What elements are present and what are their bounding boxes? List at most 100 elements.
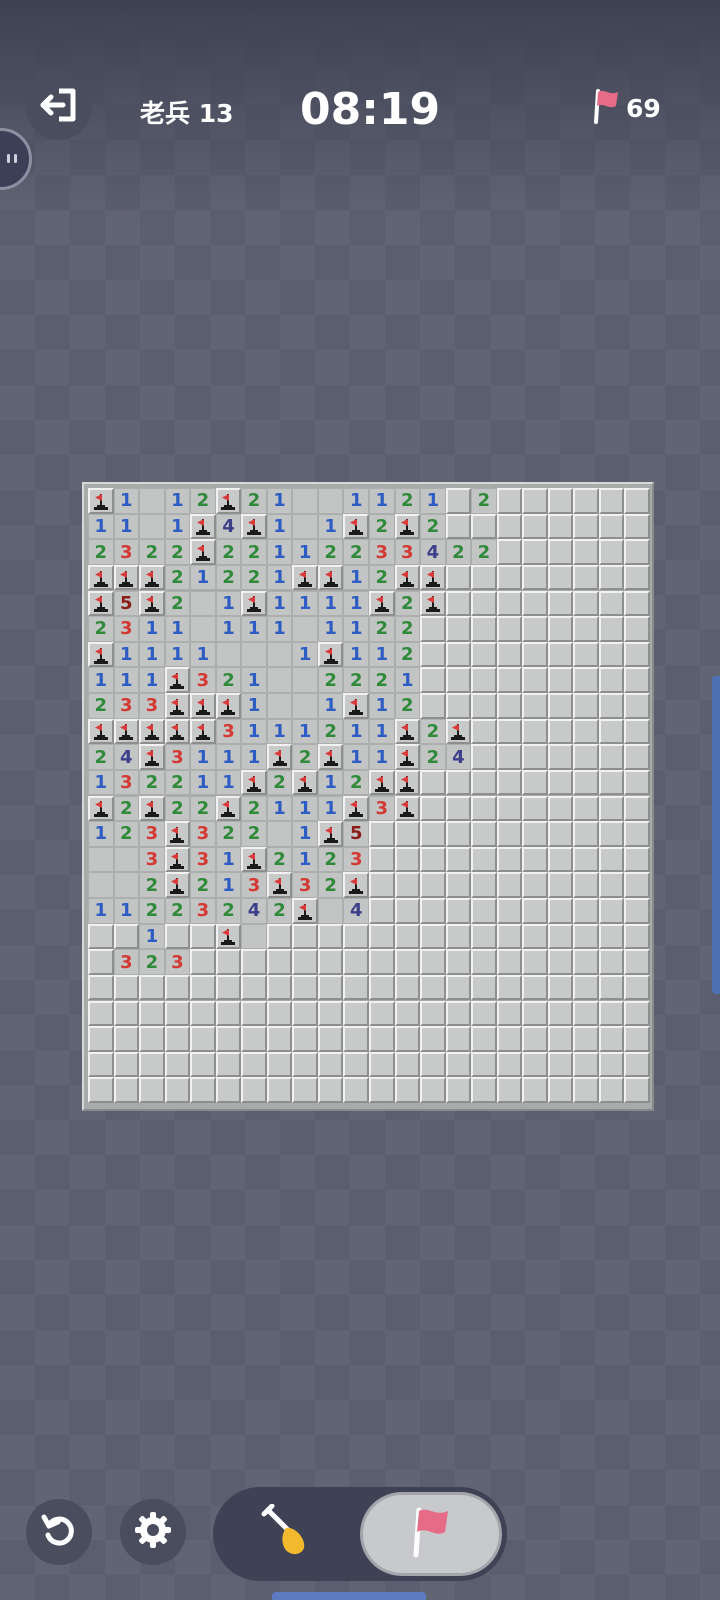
hidden-cell[interactable]: [139, 1077, 165, 1103]
hidden-cell[interactable]: [420, 769, 446, 796]
hidden-cell[interactable]: [369, 974, 395, 1001]
hidden-cell[interactable]: [266, 974, 293, 1001]
flagged-cell[interactable]: [369, 769, 395, 796]
hidden-cell[interactable]: [547, 1026, 574, 1052]
hidden-cell[interactable]: [88, 949, 114, 975]
hidden-cell[interactable]: [547, 923, 574, 950]
revealed-number-cell[interactable]: 2: [164, 590, 191, 617]
flagged-cell[interactable]: [113, 718, 140, 745]
hidden-cell[interactable]: [445, 974, 472, 1001]
hidden-cell[interactable]: [624, 539, 650, 565]
hidden-cell[interactable]: [598, 1051, 625, 1078]
hidden-cell[interactable]: [547, 769, 574, 796]
revealed-number-cell[interactable]: 2: [471, 488, 497, 514]
revealed-number-cell[interactable]: 3: [139, 821, 165, 847]
hidden-cell[interactable]: [241, 1026, 267, 1052]
hidden-cell[interactable]: [241, 1000, 267, 1027]
hidden-cell[interactable]: [420, 1077, 446, 1103]
flagged-cell[interactable]: [317, 564, 344, 591]
hidden-cell[interactable]: [624, 693, 650, 719]
revealed-number-cell[interactable]: 1: [292, 821, 318, 847]
revealed-number-cell[interactable]: 2: [420, 513, 446, 540]
hidden-cell[interactable]: [445, 513, 472, 540]
revealed-number-cell[interactable]: 2: [394, 488, 421, 514]
hidden-cell[interactable]: [445, 949, 472, 975]
flagged-cell[interactable]: [190, 513, 216, 540]
revealed-number-cell[interactable]: 3: [164, 949, 191, 975]
revealed-number-cell[interactable]: 2: [394, 641, 421, 668]
hidden-cell[interactable]: [547, 744, 574, 770]
hidden-cell[interactable]: [598, 898, 625, 924]
hidden-cell[interactable]: [420, 795, 446, 822]
hidden-cell[interactable]: [445, 1000, 472, 1027]
hidden-cell[interactable]: [573, 539, 599, 565]
hidden-cell[interactable]: [445, 590, 472, 617]
revealed-number-cell[interactable]: 2: [88, 744, 114, 770]
revealed-number-cell[interactable]: 1: [266, 564, 293, 591]
revealed-number-cell[interactable]: 1: [292, 795, 318, 822]
revealed-number-cell[interactable]: 1: [139, 641, 165, 668]
flagged-cell[interactable]: [292, 769, 318, 796]
flagged-cell[interactable]: [317, 821, 344, 847]
revealed-number-cell[interactable]: 1: [420, 488, 446, 514]
revealed-number-cell[interactable]: 3: [343, 846, 369, 873]
revealed-empty-cell[interactable]: [317, 898, 344, 924]
revealed-number-cell[interactable]: 1: [266, 616, 293, 642]
revealed-empty-cell[interactable]: [215, 641, 242, 668]
revealed-number-cell[interactable]: 2: [88, 539, 114, 565]
revealed-empty-cell[interactable]: [292, 488, 318, 514]
flagged-cell[interactable]: [164, 718, 191, 745]
hidden-cell[interactable]: [420, 872, 446, 898]
revealed-number-cell[interactable]: 1: [369, 693, 395, 719]
revealed-number-cell[interactable]: 2: [113, 795, 140, 822]
hidden-cell[interactable]: [241, 1051, 267, 1078]
hidden-cell[interactable]: [598, 616, 625, 642]
revealed-number-cell[interactable]: 3: [292, 872, 318, 898]
hidden-cell[interactable]: [496, 539, 523, 565]
hidden-cell[interactable]: [394, 974, 421, 1001]
hidden-cell[interactable]: [292, 974, 318, 1001]
hidden-cell[interactable]: [139, 1026, 165, 1052]
revealed-number-cell[interactable]: 3: [164, 744, 191, 770]
hidden-cell[interactable]: [394, 1077, 421, 1103]
hidden-cell[interactable]: [522, 616, 548, 642]
hidden-cell[interactable]: [598, 539, 625, 565]
revealed-number-cell[interactable]: 2: [88, 693, 114, 719]
hidden-cell[interactable]: [522, 795, 548, 822]
hidden-cell[interactable]: [496, 795, 523, 822]
hidden-cell[interactable]: [573, 949, 599, 975]
flagged-cell[interactable]: [266, 872, 293, 898]
hidden-cell[interactable]: [420, 949, 446, 975]
hidden-cell[interactable]: [190, 974, 216, 1001]
revealed-number-cell[interactable]: 1: [88, 667, 114, 693]
hidden-cell[interactable]: [598, 488, 625, 514]
hidden-cell[interactable]: [598, 1026, 625, 1052]
revealed-number-cell[interactable]: 2: [215, 539, 242, 565]
flagged-cell[interactable]: [343, 795, 369, 822]
hidden-cell[interactable]: [445, 898, 472, 924]
revealed-number-cell[interactable]: 2: [164, 795, 191, 822]
revealed-number-cell[interactable]: 2: [369, 667, 395, 693]
hidden-cell[interactable]: [496, 1077, 523, 1103]
revealed-empty-cell[interactable]: [266, 667, 293, 693]
revealed-number-cell[interactable]: 2: [139, 769, 165, 796]
flagged-cell[interactable]: [139, 718, 165, 745]
hidden-cell[interactable]: [496, 1051, 523, 1078]
exit-button[interactable]: [26, 74, 92, 140]
revealed-number-cell[interactable]: 1: [113, 513, 140, 540]
hidden-cell[interactable]: [420, 898, 446, 924]
chat-button[interactable]: [0, 128, 32, 190]
revealed-number-cell[interactable]: 1: [164, 616, 191, 642]
revealed-number-cell[interactable]: 1: [266, 718, 293, 745]
flagged-cell[interactable]: [215, 923, 242, 950]
revealed-number-cell[interactable]: 2: [241, 821, 267, 847]
hidden-cell[interactable]: [547, 564, 574, 591]
flagged-cell[interactable]: [420, 590, 446, 617]
revealed-number-cell[interactable]: 1: [139, 667, 165, 693]
revealed-empty-cell[interactable]: [190, 616, 216, 642]
hidden-cell[interactable]: [547, 872, 574, 898]
revealed-number-cell[interactable]: 1: [164, 488, 191, 514]
revealed-number-cell[interactable]: 2: [369, 513, 395, 540]
revealed-number-cell[interactable]: 2: [164, 769, 191, 796]
hidden-cell[interactable]: [547, 590, 574, 617]
